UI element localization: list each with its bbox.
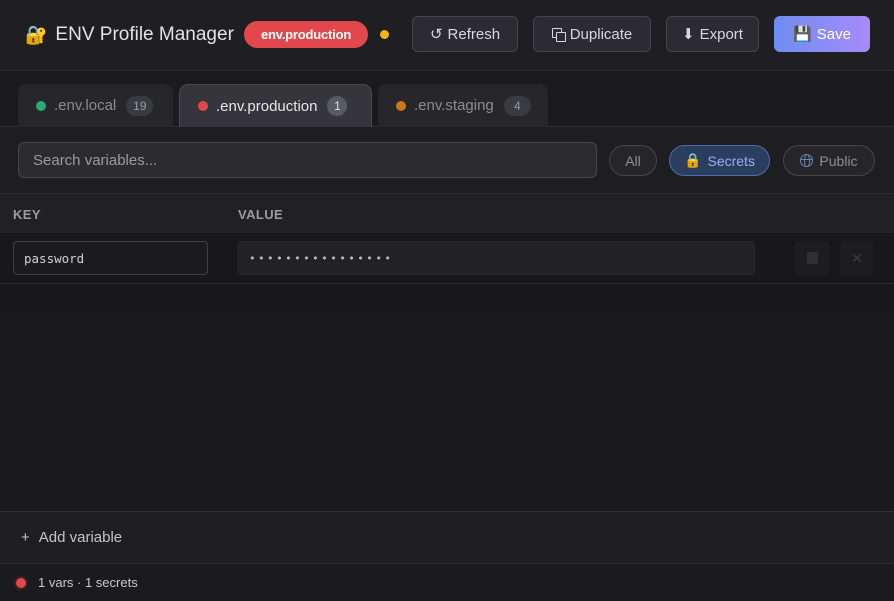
duplicate-label: Duplicate: [569, 25, 633, 43]
floppy-disk-icon: 💾: [793, 26, 812, 43]
delete-variable-button[interactable]: ✕: [840, 241, 874, 275]
export-label: Export: [699, 25, 743, 43]
save-button[interactable]: 💾 Save: [774, 16, 870, 52]
search-input[interactable]: [18, 142, 597, 178]
filter-all-label: All: [625, 152, 641, 169]
plus-icon: +: [21, 529, 30, 546]
tab-env-staging[interactable]: .env.staging 4: [378, 84, 548, 127]
variables-table: ✕: [0, 233, 894, 511]
save-label: Save: [816, 25, 851, 43]
download-icon: ⬇: [682, 26, 695, 43]
table-header: KEY VALUE: [0, 194, 894, 233]
tab-count-badge: 1: [327, 96, 348, 116]
tab-count-badge: 19: [126, 95, 154, 116]
duplicate-icon: [551, 27, 566, 42]
filter-bar: All 🔒 Secrets Public: [0, 127, 894, 194]
column-header-key: KEY: [13, 207, 41, 222]
status-dot-icon: [198, 101, 208, 111]
app-title: 🔐 ENV Profile Manager: [25, 23, 234, 47]
status-dot-icon: [36, 100, 46, 111]
tab-count-badge: 4: [503, 95, 531, 116]
copy-icon: [806, 252, 818, 264]
add-variable-button[interactable]: + Add variable: [0, 511, 894, 563]
lock-icon: 🔒: [684, 152, 702, 168]
table-row: ✕: [0, 233, 894, 284]
unsaved-status-dot: [380, 30, 389, 39]
refresh-icon: ↺: [429, 26, 443, 43]
active-env-badge: env.production: [244, 21, 368, 48]
app-title-text: ENV Profile Manager: [55, 24, 234, 45]
refresh-button[interactable]: ↺ Refresh: [412, 16, 518, 52]
tab-label: .env.local: [54, 97, 117, 114]
status-dot-icon: [396, 100, 406, 111]
filter-secrets-label: Secrets: [707, 152, 755, 169]
env-status-indicator: [16, 577, 26, 588]
filter-secrets-button[interactable]: 🔒 Secrets: [669, 145, 770, 176]
filter-public-button[interactable]: Public: [783, 145, 875, 176]
tab-env-production[interactable]: .env.production 1: [179, 84, 372, 127]
variable-value-input[interactable]: [238, 241, 755, 275]
lock-icon: 🔐: [25, 24, 48, 45]
status-summary: 1 vars · 1 secrets: [38, 575, 138, 590]
globe-icon: [800, 154, 814, 167]
filter-public-label: Public: [819, 152, 858, 169]
refresh-label: Refresh: [447, 25, 501, 43]
status-bar: 1 vars · 1 secrets: [0, 563, 894, 601]
add-variable-label: Add variable: [38, 529, 123, 546]
duplicate-button[interactable]: Duplicate: [533, 16, 651, 52]
filter-all-button[interactable]: All: [609, 145, 657, 176]
tab-label: .env.staging: [414, 97, 494, 114]
tab-label: .env.production: [216, 97, 318, 115]
export-button[interactable]: ⬇ Export: [666, 16, 759, 52]
app-header: 🔐 ENV Profile Manager env.production ↺ R…: [0, 0, 894, 71]
close-icon: ✕: [851, 249, 863, 266]
tab-env-local[interactable]: .env.local 19: [18, 84, 173, 127]
copy-value-button[interactable]: [795, 241, 829, 275]
variable-key-input[interactable]: [13, 241, 208, 275]
profile-tabs: .env.local 19 .env.production 1 .env.sta…: [0, 71, 894, 127]
column-header-value: VALUE: [238, 207, 284, 222]
